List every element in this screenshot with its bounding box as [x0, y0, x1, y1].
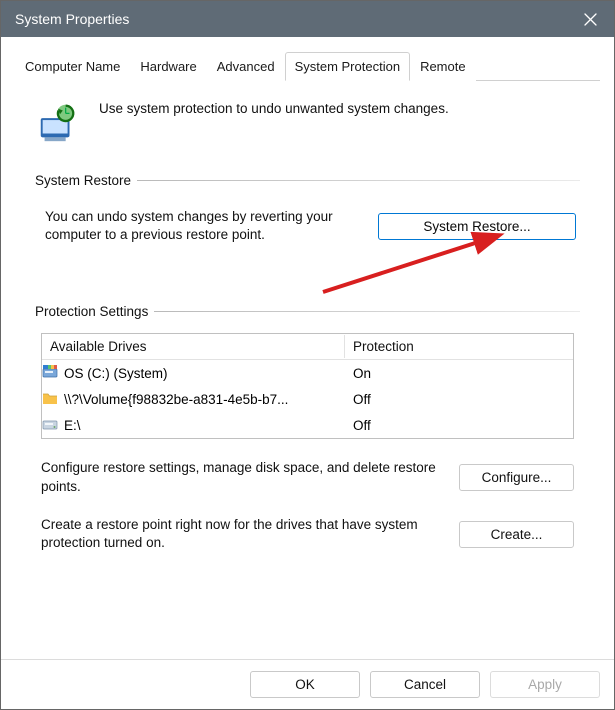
- drives-table[interactable]: Available Drives Protection OS (C:) (Sys…: [41, 333, 574, 439]
- configure-button[interactable]: Configure...: [459, 464, 574, 491]
- table-row[interactable]: OS (C:) (System) On: [42, 360, 573, 386]
- drive-icon: [42, 416, 58, 435]
- tab-panel: Use system protection to undo unwanted s…: [15, 81, 600, 586]
- drive-icon: [42, 364, 58, 383]
- protection-settings-legend: Protection Settings: [35, 304, 154, 319]
- table-row[interactable]: \\?\Volume{f98832be-a831-4e5b-b7... Off: [42, 386, 573, 412]
- tab-hardware[interactable]: Hardware: [130, 52, 206, 81]
- ok-button[interactable]: OK: [250, 671, 360, 698]
- drive-protection: Off: [345, 414, 573, 437]
- drive-protection: On: [345, 362, 573, 385]
- table-row[interactable]: E:\ Off: [42, 412, 573, 438]
- close-icon: [584, 13, 597, 26]
- tab-computer-name[interactable]: Computer Name: [15, 52, 130, 81]
- tab-bar: Computer NameHardwareAdvancedSystem Prot…: [15, 51, 600, 81]
- drive-protection: Off: [345, 388, 573, 411]
- table-header: Available Drives Protection: [42, 334, 573, 360]
- create-button[interactable]: Create...: [459, 521, 574, 548]
- col-protection: Protection: [345, 335, 573, 358]
- divider: [154, 311, 580, 312]
- drive-label: \\?\Volume{f98832be-a831-4e5b-b7...: [64, 392, 288, 407]
- col-drives: Available Drives: [42, 335, 345, 358]
- drive-label: OS (C:) (System): [64, 366, 168, 381]
- system-restore-button[interactable]: System Restore...: [378, 213, 576, 240]
- drive-icon: [42, 390, 58, 409]
- tab-system-protection[interactable]: System Protection: [285, 52, 411, 81]
- cancel-button[interactable]: Cancel: [370, 671, 480, 698]
- system-protection-icon: [35, 99, 81, 145]
- system-restore-legend: System Restore: [35, 173, 137, 188]
- protection-settings-section: Protection Settings Available Drives Pro…: [35, 304, 580, 562]
- system-restore-section: System Restore You can undo system chang…: [35, 173, 580, 248]
- dialog-footer: OK Cancel Apply: [1, 659, 614, 709]
- tab-remote[interactable]: Remote: [410, 52, 476, 81]
- system-restore-desc: You can undo system changes by reverting…: [45, 208, 364, 244]
- create-desc: Create a restore point right now for the…: [41, 516, 447, 552]
- configure-desc: Configure restore settings, manage disk …: [41, 459, 447, 495]
- intro-text: Use system protection to undo unwanted s…: [99, 99, 449, 116]
- apply-button[interactable]: Apply: [490, 671, 600, 698]
- divider: [137, 180, 580, 181]
- drive-label: E:\: [64, 418, 81, 433]
- titlebar: System Properties: [1, 1, 614, 37]
- close-button[interactable]: [566, 1, 614, 37]
- intro-row: Use system protection to undo unwanted s…: [35, 99, 580, 145]
- window-title: System Properties: [15, 11, 129, 27]
- tab-advanced[interactable]: Advanced: [207, 52, 285, 81]
